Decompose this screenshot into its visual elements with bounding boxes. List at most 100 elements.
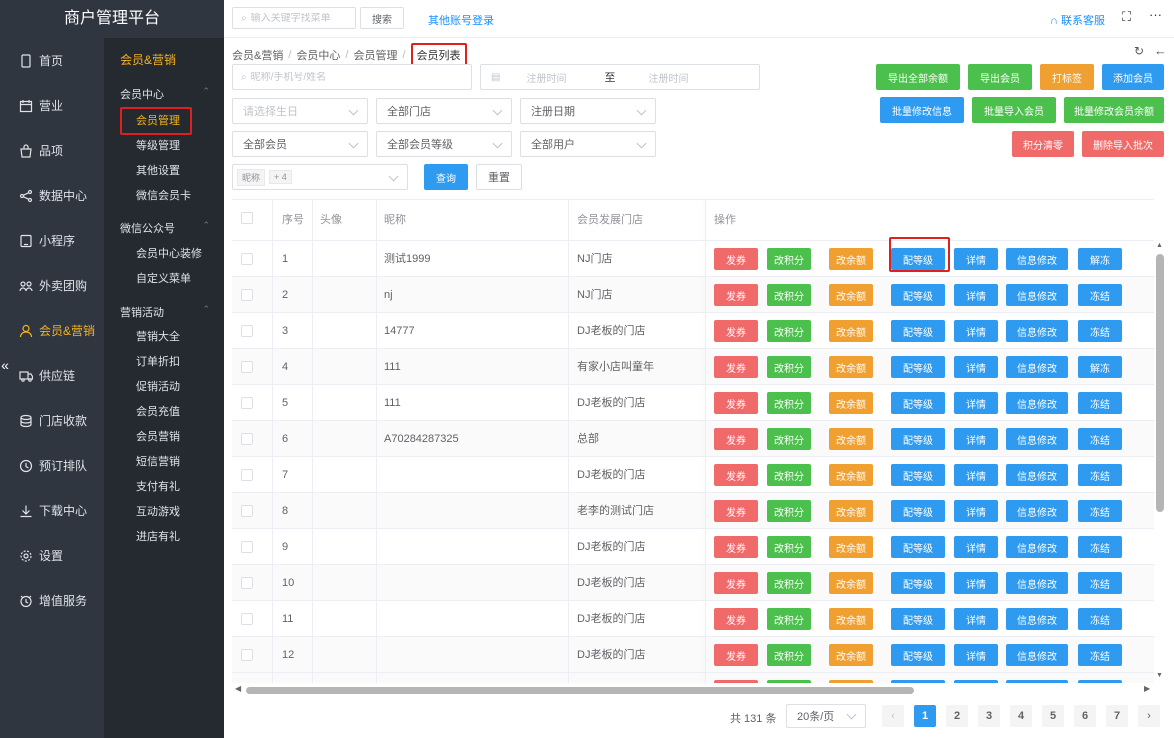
delete-import-batch-button[interactable]: 删除导入批次	[1082, 131, 1164, 157]
detail-button[interactable]: 详情	[954, 248, 998, 270]
row-checkbox[interactable]	[241, 397, 253, 409]
vertical-scrollbar[interactable]: ▲ ▼	[1154, 240, 1166, 683]
detail-button[interactable]: 详情	[954, 464, 998, 486]
batch-import-members-button[interactable]: 批量导入会员	[972, 97, 1056, 123]
nav-item-10[interactable]: 下载中心	[0, 488, 104, 533]
balance-button[interactable]: 改余额	[829, 320, 873, 342]
detail-button[interactable]: 详情	[954, 572, 998, 594]
level-button[interactable]: 配等级	[891, 392, 945, 414]
balance-button[interactable]: 改余额	[829, 428, 873, 450]
freeze-button[interactable]: 冻结	[1078, 392, 1122, 414]
points-button[interactable]: 改积分	[767, 428, 811, 450]
reset-button[interactable]: 重置	[476, 164, 522, 190]
batch-edit-info-button[interactable]: 批量修改信息	[880, 97, 964, 123]
row-checkbox[interactable]	[241, 433, 253, 445]
member-type-select[interactable]: 全部会员	[232, 131, 368, 157]
coupon-button[interactable]: 发券	[714, 248, 758, 270]
balance-button[interactable]: 改余额	[829, 608, 873, 630]
sub-nav-item[interactable]: 营销大全	[136, 328, 180, 344]
level-button[interactable]: 配等级	[891, 572, 945, 594]
user-type-select[interactable]: 全部用户	[520, 131, 656, 157]
row-checkbox[interactable]	[241, 469, 253, 481]
detail-button[interactable]: 详情	[954, 356, 998, 378]
points-button[interactable]: 改积分	[767, 356, 811, 378]
coupon-button[interactable]	[714, 680, 758, 683]
balance-button[interactable]: 改余额	[829, 392, 873, 414]
scroll-down-icon[interactable]: ▼	[1156, 672, 1163, 679]
balance-button[interactable]: 改余额	[829, 500, 873, 522]
sub-nav-item[interactable]: 促销活动	[136, 378, 180, 394]
balance-button[interactable]	[829, 680, 873, 683]
more-icon[interactable]: ···	[1149, 7, 1162, 22]
menu-search-button[interactable]: 搜索	[360, 7, 404, 29]
sub-nav-group-title[interactable]: 营销活动 ⌃	[120, 304, 214, 320]
sub-nav-item[interactable]: 互动游戏	[136, 503, 180, 519]
member-search-input[interactable]	[250, 71, 471, 83]
detail-button[interactable]: 详情	[954, 428, 998, 450]
level-button[interactable]: 配等级	[891, 644, 945, 666]
sub-nav-item[interactable]: 进店有礼	[136, 528, 180, 544]
detail-button[interactable]: 详情	[954, 536, 998, 558]
balance-button[interactable]: 改余额	[829, 284, 873, 306]
edit-button[interactable]: 信息修改	[1006, 284, 1068, 306]
tag-button[interactable]: 打标签	[1040, 64, 1094, 90]
nav-item-12[interactable]: 增值服务	[0, 578, 104, 623]
vertical-scroll-thumb[interactable]	[1156, 254, 1164, 512]
page-button[interactable]: 2	[946, 705, 968, 727]
registration-date-select[interactable]: 注册日期	[520, 98, 656, 124]
breadcrumb-item[interactable]: 会员中心	[296, 47, 340, 63]
freeze-button[interactable]: 解冻	[1078, 356, 1122, 378]
coupon-button[interactable]: 发券	[714, 644, 758, 666]
freeze-button[interactable]: 冻结	[1078, 536, 1122, 558]
nav-item-1[interactable]: 营业	[0, 83, 104, 128]
query-button[interactable]: 查询	[424, 164, 468, 190]
detail-button[interactable]: 详情	[954, 644, 998, 666]
edit-button[interactable]: 信息修改	[1006, 644, 1068, 666]
row-checkbox[interactable]	[241, 325, 253, 337]
balance-button[interactable]: 改余额	[829, 572, 873, 594]
edit-button[interactable]: 信息修改	[1006, 608, 1068, 630]
level-button[interactable]: 配等级	[891, 356, 945, 378]
detail-button[interactable]: 详情	[954, 500, 998, 522]
balance-button[interactable]: 改余额	[829, 248, 873, 270]
edit-button[interactable]: 信息修改	[1006, 500, 1068, 522]
edit-button[interactable]: 信息修改	[1006, 248, 1068, 270]
birthday-select[interactable]: 请选择生日	[232, 98, 368, 124]
freeze-button[interactable]: 冻结	[1078, 284, 1122, 306]
page-button[interactable]: 7	[1106, 705, 1128, 727]
detail-button[interactable]: 详情	[954, 392, 998, 414]
points-button[interactable]: 改积分	[767, 464, 811, 486]
detail-button[interactable]: 详情	[954, 284, 998, 306]
other-account-login-link[interactable]: 其他账号登录	[428, 12, 494, 28]
freeze-button[interactable]	[1078, 680, 1122, 683]
nav-item-3[interactable]: 数据中心	[0, 173, 104, 218]
freeze-button[interactable]: 冻结	[1078, 320, 1122, 342]
nav-item-11[interactable]: 设置	[0, 533, 104, 578]
sub-nav-item[interactable]: 短信营销	[136, 453, 180, 469]
sub-nav-group-title[interactable]: 微信公众号 ⌃	[120, 220, 214, 236]
coupon-button[interactable]: 发券	[714, 464, 758, 486]
level-button[interactable]: 配等级	[891, 428, 945, 450]
balance-button[interactable]: 改余额	[829, 464, 873, 486]
member-level-select[interactable]: 全部会员等级	[376, 131, 512, 157]
sub-nav-item[interactable]: 微信会员卡	[136, 187, 191, 203]
freeze-button[interactable]: 冻结	[1078, 500, 1122, 522]
points-button[interactable]: 改积分	[767, 536, 811, 558]
edit-button[interactable]: 信息修改	[1006, 356, 1068, 378]
level-button[interactable]: 配等级	[891, 536, 945, 558]
points-button[interactable]: 改积分	[767, 392, 811, 414]
edit-button[interactable]: 信息修改	[1006, 320, 1068, 342]
freeze-button[interactable]: 冻结	[1078, 644, 1122, 666]
coupon-button[interactable]: 发券	[714, 500, 758, 522]
store-select[interactable]: 全部门店	[376, 98, 512, 124]
freeze-button[interactable]: 解冻	[1078, 248, 1122, 270]
menu-search-field[interactable]: ⌕	[232, 7, 356, 29]
nav-item-2[interactable]: 品项	[0, 128, 104, 173]
page-button[interactable]: 4	[1010, 705, 1032, 727]
scroll-right-icon[interactable]: ▶	[1144, 684, 1150, 693]
edit-button[interactable]: 信息修改	[1006, 392, 1068, 414]
points-button[interactable]: 改积分	[767, 572, 811, 594]
level-button[interactable]: 配等级	[891, 608, 945, 630]
scroll-left-icon[interactable]: ◀	[235, 684, 241, 693]
balance-button[interactable]: 改余额	[829, 536, 873, 558]
